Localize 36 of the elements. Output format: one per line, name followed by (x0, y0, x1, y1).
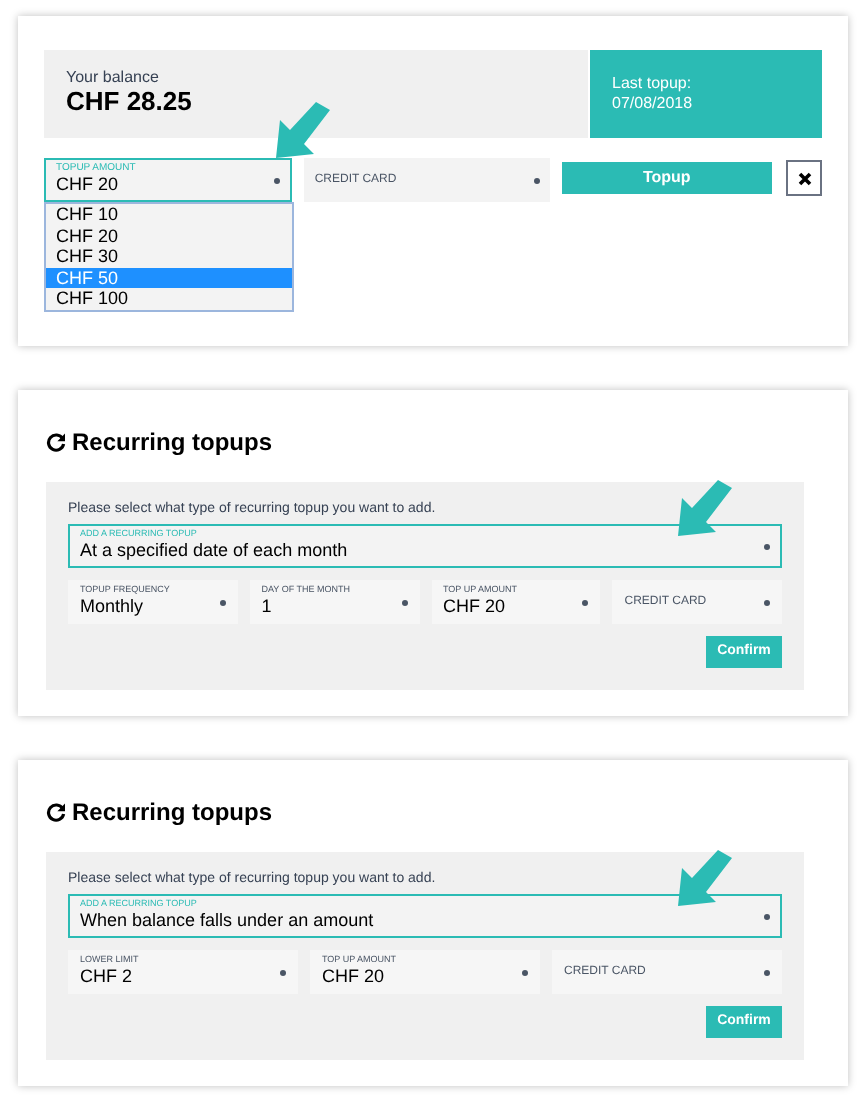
arrow-icon (272, 102, 332, 162)
field-value: 1 (261, 595, 274, 618)
dropdown-option[interactable]: CHF 30 (46, 246, 292, 267)
caret-icon (764, 913, 770, 919)
close-button[interactable] (786, 160, 822, 196)
caret-icon (764, 599, 770, 605)
arrow-icon (674, 480, 734, 540)
field-value: Monthly (80, 595, 146, 618)
dropdown-option[interactable]: CHF 10 (46, 204, 292, 225)
dropdown-option[interactable]: CHF 20 (46, 225, 292, 246)
caret-icon (582, 599, 589, 605)
refresh-icon (46, 802, 66, 822)
field-value: When balance falls under an amount (80, 909, 374, 932)
section-title: Recurring topups (72, 796, 273, 830)
caret-icon (764, 969, 770, 975)
field-value: CHF 20 (322, 965, 387, 988)
section-title: Recurring topups (72, 426, 273, 460)
caret-icon (401, 599, 407, 605)
field-value: CHF 20 (443, 595, 508, 618)
caret-icon (764, 543, 770, 549)
balance-label: Your balance (66, 69, 161, 86)
field-value: CHF 2 (80, 965, 135, 988)
caret-icon (219, 599, 226, 605)
dropdown-option[interactable]: CHF 100 (46, 288, 292, 309)
caret-icon (280, 969, 286, 975)
field-value: At a specified date of each month (80, 539, 348, 562)
field-value: CHF 20 (56, 173, 121, 197)
caret-icon (522, 969, 528, 975)
last-topup-date: 07/08/2018 (612, 94, 695, 114)
close-icon (797, 171, 812, 185)
arrow-icon (674, 850, 734, 910)
caret-icon (533, 177, 540, 183)
balance-amount: CHF 28.25 (66, 85, 194, 119)
refresh-icon (46, 432, 66, 452)
last-topup-label: Last topup: (612, 74, 694, 94)
caret-icon (274, 177, 281, 183)
